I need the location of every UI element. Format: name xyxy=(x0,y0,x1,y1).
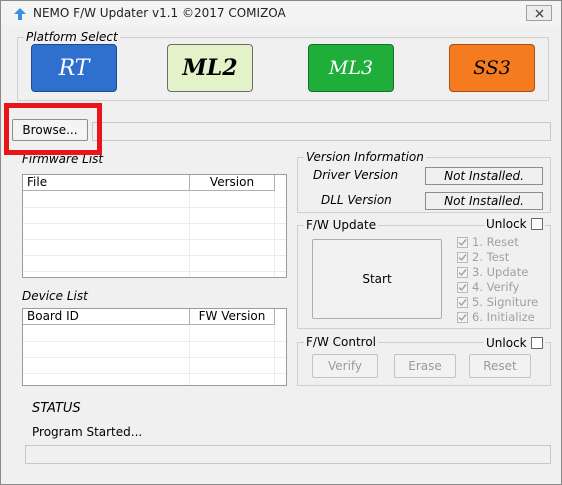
version-info-legend: Version Information xyxy=(306,150,424,164)
fw-update-unlock-label: Unlock xyxy=(486,217,527,231)
reset-label: Reset xyxy=(483,359,517,373)
step-test-label: 2. Test xyxy=(472,250,510,264)
dll-version-value: Not Installed. xyxy=(425,192,543,210)
window-title: NEMO F/W Updater v1.1 ©2017 COMIZOA xyxy=(33,6,286,20)
firmware-list[interactable]: File Version xyxy=(22,174,287,278)
fw-control-legend: F/W Control xyxy=(306,335,377,349)
fw-update-legend: F/W Update xyxy=(306,218,377,232)
step-verify-checkbox[interactable]: 4. Verify xyxy=(457,280,519,294)
dll-version-label: DLL Version xyxy=(321,193,392,207)
platform-ss3-button[interactable]: SS3 xyxy=(449,44,535,92)
driver-version-label: Driver Version xyxy=(313,168,399,182)
fw-control-unlock-toggle[interactable]: Unlock xyxy=(484,336,545,350)
device-col-board-id[interactable]: Board ID xyxy=(23,309,190,325)
status-progress-bar xyxy=(25,445,551,464)
driver-version-value: Not Installed. xyxy=(425,167,543,185)
step-update-checkbox[interactable]: 3. Update xyxy=(457,265,528,279)
status-message: Program Started... xyxy=(32,425,143,439)
reset-button[interactable]: Reset xyxy=(469,354,531,378)
check-icon xyxy=(458,313,467,321)
platform-rt-button[interactable]: RT xyxy=(31,44,117,92)
firmware-path-field[interactable] xyxy=(92,122,551,141)
check-icon xyxy=(458,253,467,261)
platform-ml2-label: ML2 xyxy=(182,55,238,81)
check-icon xyxy=(458,298,467,306)
verify-button[interactable]: Verify xyxy=(312,354,378,378)
verify-label: Verify xyxy=(327,359,363,373)
fw-control-unlock-label: Unlock xyxy=(486,336,527,350)
step-signiture-checkbox[interactable]: 5. Signiture xyxy=(457,295,538,309)
step-signiture-label: 5. Signiture xyxy=(472,295,539,309)
fw-update-unlock-toggle[interactable]: Unlock xyxy=(484,217,545,231)
highlight-box xyxy=(4,103,102,155)
platform-ss3-label: SS3 xyxy=(473,57,511,79)
fw-update-unlock-checkbox[interactable] xyxy=(530,218,543,230)
title-bar[interactable]: NEMO F/W Updater v1.1 ©2017 COMIZOA xyxy=(1,1,561,25)
check-icon xyxy=(458,283,467,291)
status-heading: STATUS xyxy=(32,401,81,416)
platform-select-legend: Platform Select xyxy=(26,30,118,44)
erase-label: Erase xyxy=(408,359,442,373)
step-test-checkbox[interactable]: 2. Test xyxy=(457,250,509,264)
step-initialize-checkbox[interactable]: 6. Initialize xyxy=(457,310,535,324)
platform-rt-label: RT xyxy=(58,55,90,81)
start-button[interactable]: Start xyxy=(312,239,442,319)
step-reset-label: 1. Reset xyxy=(472,235,519,249)
device-list-label: Device List xyxy=(22,289,88,303)
step-reset-checkbox[interactable]: 1. Reset xyxy=(457,235,519,249)
updater-window: NEMO F/W Updater v1.1 ©2017 COMIZOA Plat… xyxy=(0,0,562,485)
device-list[interactable]: Board ID FW Version xyxy=(22,308,287,386)
fw-control-unlock-checkbox[interactable] xyxy=(530,337,543,349)
erase-button[interactable]: Erase xyxy=(394,354,456,378)
platform-ml2-button[interactable]: ML2 xyxy=(167,44,253,92)
check-icon xyxy=(458,268,467,276)
step-initialize-label: 6. Initialize xyxy=(472,310,535,324)
firmware-col-version[interactable]: Version xyxy=(190,175,275,191)
start-label: Start xyxy=(362,272,392,286)
step-verify-label: 4. Verify xyxy=(472,280,520,294)
close-icon xyxy=(535,9,543,17)
platform-ml3-label: ML3 xyxy=(328,57,374,79)
device-col-fw-version[interactable]: FW Version xyxy=(190,309,275,325)
close-button[interactable] xyxy=(526,5,552,21)
step-update-label: 3. Update xyxy=(472,265,529,279)
app-icon xyxy=(14,8,26,20)
check-icon xyxy=(458,238,467,246)
firmware-col-file[interactable]: File xyxy=(23,175,190,191)
platform-ml3-button[interactable]: ML3 xyxy=(308,44,394,92)
